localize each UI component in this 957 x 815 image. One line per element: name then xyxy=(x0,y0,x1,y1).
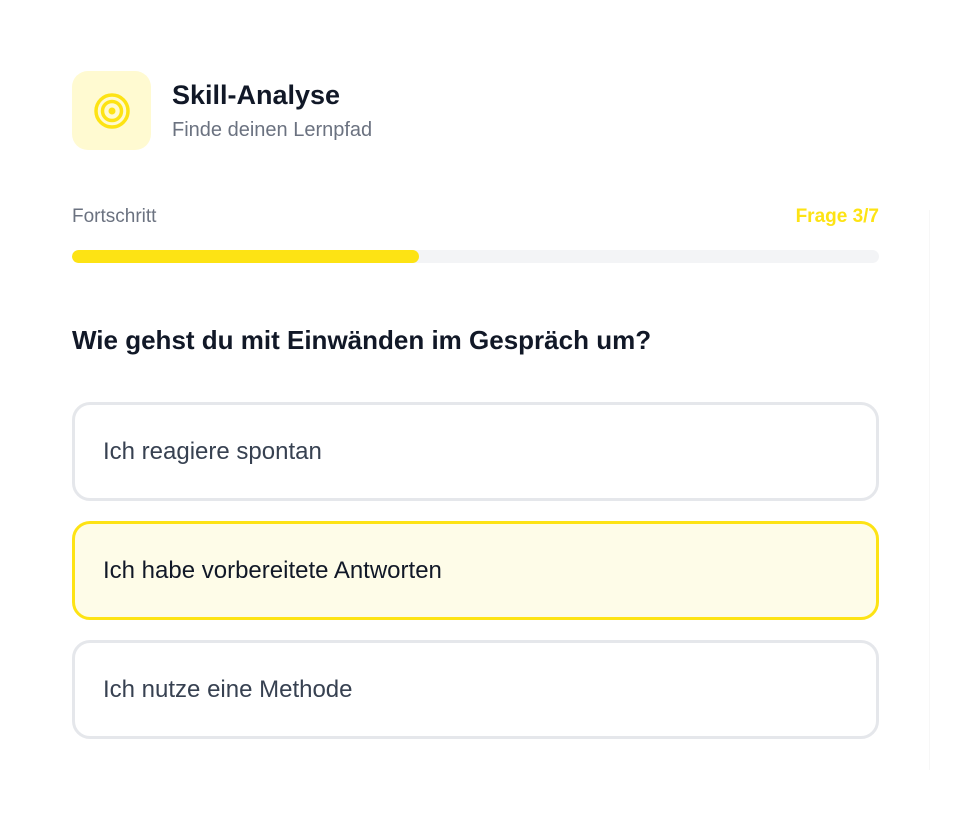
progress-bar xyxy=(72,250,879,263)
page-title: Skill-Analyse xyxy=(172,79,341,110)
answer-option-label: Ich nutze eine Methode xyxy=(103,675,353,703)
answer-option-label: Ich habe vorbereitete Antworten xyxy=(103,556,442,584)
progress-counter: Frage 3/7 xyxy=(795,206,879,227)
header-text: Skill-Analyse Finde deinen Lernpfad xyxy=(172,78,372,144)
divider xyxy=(929,210,930,770)
progress-header: Fortschritt Frage 3/7 xyxy=(72,206,879,228)
answer-option[interactable]: Ich nutze eine Methode xyxy=(72,640,879,739)
answer-option[interactable]: Ich habe vorbereitete Antworten xyxy=(72,521,879,620)
question-text: Wie gehst du mit Einwänden im Gespräch u… xyxy=(72,325,652,355)
progress-bar-fill xyxy=(72,250,419,263)
answer-option-label: Ich reagiere spontan xyxy=(103,437,322,465)
progress-label: Fortschritt xyxy=(72,206,157,227)
skill-analysis-card: Skill-Analyse Finde deinen Lernpfad Fort… xyxy=(0,0,957,815)
header: Skill-Analyse Finde deinen Lernpfad xyxy=(72,71,372,150)
target-icon xyxy=(93,92,130,129)
page-subtitle: Finde deinen Lernpfad xyxy=(172,118,373,141)
answer-option[interactable]: Ich reagiere spontan xyxy=(72,402,879,501)
logo-tile xyxy=(72,71,151,150)
